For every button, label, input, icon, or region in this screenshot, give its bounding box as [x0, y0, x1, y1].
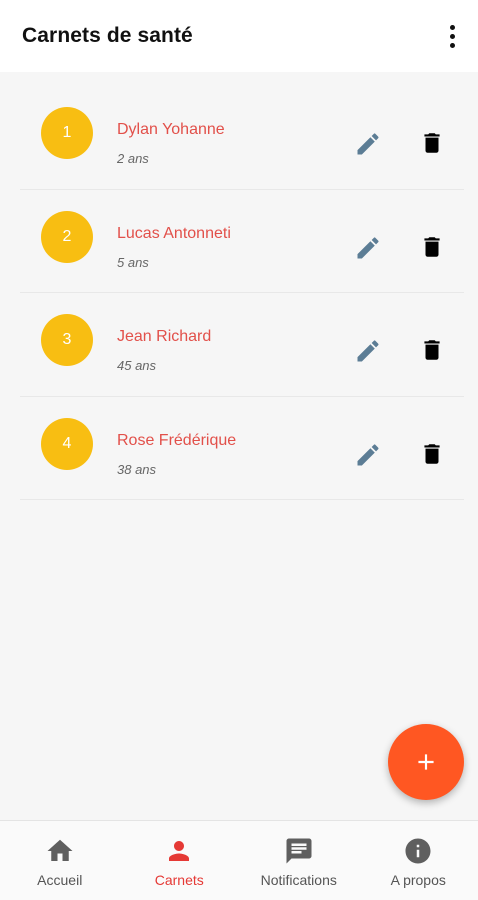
nav-item-notifications[interactable]: Notifications	[239, 821, 359, 900]
avatar: 2	[41, 210, 93, 263]
carnet-name: Jean Richard	[117, 328, 212, 345]
carnet-name: Lucas Antonneti	[117, 224, 231, 242]
message-icon	[284, 836, 314, 866]
pencil-icon[interactable]	[352, 335, 384, 367]
nav-label: Notifications	[260, 872, 337, 888]
nav-label: Carnets	[154, 872, 204, 888]
carnet-name: Rose Frédérique	[117, 431, 237, 449]
carnet-age: 5 ans	[117, 254, 149, 270]
list-item[interactable]: 2 Lucas Antonneti 5 ans	[20, 190, 464, 293]
person-icon	[164, 836, 194, 866]
app-screen: Carnets de santé 1 Dylan Yohanne 2 ans 2…	[0, 0, 478, 900]
trash-icon[interactable]	[416, 438, 448, 470]
home-icon	[45, 836, 75, 866]
carnet-age: 45 ans	[117, 358, 157, 373]
trash-icon[interactable]	[416, 127, 448, 159]
plus-icon	[413, 749, 439, 775]
nav-item-carnets[interactable]: Carnets	[120, 821, 240, 900]
trash-icon[interactable]	[416, 231, 448, 263]
bottom-navigation: Accueil Carnets Notifications A propos	[0, 820, 478, 900]
carnet-name: Dylan Yohanne	[117, 121, 225, 138]
pencil-icon[interactable]	[352, 128, 384, 160]
pencil-icon[interactable]	[352, 232, 384, 264]
app-bar: Carnets de santé	[0, 0, 478, 72]
list-item[interactable]: 3 Jean Richard 45 ans	[20, 293, 464, 397]
list-item[interactable]: 1 Dylan Yohanne 2 ans	[20, 86, 464, 190]
avatar: 1	[41, 107, 93, 159]
add-carnet-button[interactable]	[388, 724, 464, 800]
nav-item-a-propos[interactable]: A propos	[359, 821, 478, 900]
carnet-list: 1 Dylan Yohanne 2 ans 2 Lucas Antonneti …	[20, 86, 464, 500]
trash-icon[interactable]	[416, 334, 448, 366]
list-item[interactable]: 4 Rose Frédérique 38 ans	[20, 397, 464, 500]
carnet-age: 38 ans	[117, 461, 157, 477]
avatar: 3	[41, 314, 93, 366]
page-title: Carnets de santé	[22, 24, 193, 47]
more-vert-icon[interactable]	[440, 18, 464, 54]
nav-item-accueil[interactable]: Accueil	[0, 821, 120, 900]
nav-label: Accueil	[37, 872, 83, 888]
avatar: 4	[41, 417, 93, 470]
carnet-age: 2 ans	[117, 151, 149, 166]
pencil-icon[interactable]	[352, 439, 384, 471]
info-icon	[403, 836, 433, 866]
nav-label: A propos	[390, 872, 446, 888]
